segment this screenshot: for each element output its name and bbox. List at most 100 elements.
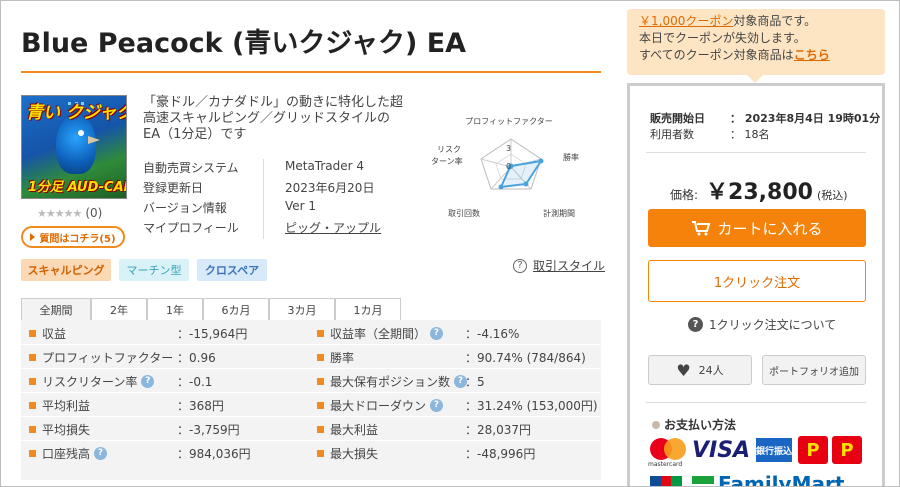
familymart-stripe-icon: [692, 476, 714, 486]
panel-divider: [646, 402, 866, 403]
help-icon[interactable]: ?: [430, 326, 444, 340]
stat-label-text: 平均利益: [42, 398, 91, 413]
trade-style-label: 取引スタイル: [533, 259, 606, 273]
coupon-line2: 本日でクーポンが失効します。: [639, 31, 806, 45]
row-divider: [21, 344, 601, 345]
radar-point-period: [523, 181, 529, 187]
stat-label-text: 収益率（全期間）: [330, 326, 427, 341]
stat-label-text: 最大保有ポジション数: [330, 374, 451, 389]
stat-label-avg-profit: 平均利益: [29, 394, 90, 416]
add-to-cart-button[interactable]: カートに入れる: [648, 209, 866, 247]
stat-label-text: 口座残高: [42, 446, 91, 461]
tag-cross-pair[interactable]: クロスペア: [197, 259, 267, 281]
bullet-icon: [317, 329, 324, 337]
stat-label-text: 最大損失: [330, 446, 379, 461]
add-portfolio-button[interactable]: ポートフォリオ追加: [762, 355, 866, 385]
radar-chart: プロフィットファクター 3 0 勝率 計測期間 取引回数 リスク ターン率: [431, 117, 579, 218]
help-icon[interactable]: ?: [430, 398, 444, 412]
coupon-link[interactable]: ￥1,000クーポン: [639, 14, 733, 28]
dot-icon: [652, 420, 660, 429]
tab-6m[interactable]: 6カ月: [203, 298, 269, 320]
qa-button[interactable]: 質問はコチラ(5): [21, 226, 125, 248]
stat-label-max-loss: 最大損失: [317, 442, 378, 464]
bullet-icon: [29, 353, 36, 361]
stat-value-balance: ：984,036円: [177, 446, 251, 461]
radar-label-period: 計測期間: [543, 208, 575, 218]
stats-table: 収益 ：-15,964円 プロフィットファクター ：0.96 リスクリターン率?…: [21, 320, 601, 480]
stat-label-risk-return: リスクリターン率?: [29, 370, 155, 392]
favorite-count: 24人: [698, 364, 724, 377]
thumb-title-text: 青い クジャク: [26, 103, 127, 123]
mastercard-text: mastercard: [648, 461, 683, 468]
stat-label-avg-loss: 平均損失: [29, 418, 90, 440]
coupon-line1-text: 対象商品です。: [733, 14, 817, 28]
tab-all-period[interactable]: 全期間: [21, 298, 91, 320]
tag-scalping[interactable]: スキャルピング: [21, 259, 111, 281]
row-divider: [21, 392, 601, 393]
bullet-icon: [317, 401, 324, 409]
payment-title: お支払い方法: [652, 416, 736, 433]
users-key: 利用者数: [650, 128, 694, 141]
radar-label-winrate: 勝率: [563, 152, 579, 162]
thumb-sub-text: 1分足 AUD-CAD: [28, 180, 127, 195]
spec-value: 2023年6月20日: [285, 181, 375, 195]
title-divider: [21, 71, 601, 73]
visa-logo: VISA: [692, 438, 751, 463]
qa-button-label: 質問はコチラ(5): [39, 233, 116, 245]
stat-label-text: 収益: [42, 326, 67, 341]
stat-label-return-rate: 収益率（全期間）?: [317, 322, 444, 344]
one-click-help-label: 1クリック注文について: [709, 318, 837, 332]
stat-label-max-profit: 最大利益: [317, 418, 378, 440]
coupon-all-link[interactable]: こちら: [794, 48, 830, 62]
trade-style-link[interactable]: ? 取引スタイル: [513, 257, 605, 274]
panel-divider: [646, 152, 866, 153]
radar-scale-max: 3: [506, 144, 511, 153]
product-thumbnail[interactable]: 青い クジャク 1分足 AUD-CAD: [21, 95, 127, 199]
stat-value-max-loss: ：-48,996円: [465, 446, 536, 461]
page-frame: Blue Peacock (青いクジャク) EA 青い クジャク 1分足 AUD…: [0, 0, 900, 487]
stat-value-pf: ：0.96: [177, 350, 216, 365]
favorite-button[interactable]: ♥ 24人: [648, 355, 752, 385]
spec-key: 自動売買システム: [143, 161, 239, 175]
d-payment-daily-logo: P: [832, 436, 862, 464]
purchase-panel: 販売開始日 ： 2023年8月4日 19時01分 利用者数 ： 18名 価格: …: [627, 83, 885, 487]
tab-1m[interactable]: 1カ月: [335, 298, 401, 320]
radar-point-trades: [498, 184, 504, 190]
one-click-help-link[interactable]: ? 1クリック注文について: [688, 316, 836, 333]
tag-martingale[interactable]: マーチン型: [119, 259, 189, 281]
cart-icon: [692, 221, 711, 236]
stat-value-risk-return: ：-0.1: [177, 374, 213, 389]
sales-start-value: ： 2023年8月4日 19時01分: [730, 112, 881, 125]
product-description: 「豪ドル／カナダドル」の動きに特化した超高速スキャルピング／グリッドスタイルのE…: [143, 95, 404, 142]
peacock-eye: [78, 130, 84, 136]
stat-value-avg-loss: ：-3,759円: [177, 422, 240, 437]
stat-value-avg-profit: ：368円: [177, 398, 224, 413]
tab-2y[interactable]: 2年: [91, 298, 147, 320]
stat-value-max-profit: ：28,037円: [465, 422, 531, 437]
price-tax: (税込): [816, 189, 848, 202]
bullet-icon: [317, 353, 324, 361]
coupon-notice: ￥1,000クーポン対象商品です。 本日でクーポンが失効します。 すべてのクーポ…: [627, 9, 885, 83]
spec-key: 登録更新日: [143, 181, 204, 195]
stat-value-max-positions: ：5: [465, 374, 485, 389]
help-icon[interactable]: ?: [94, 446, 108, 460]
jcb-logo: [650, 476, 683, 486]
stat-value-winrate: ：90.74% (784/864): [465, 350, 586, 365]
bank-transfer-logo: 銀行振込: [756, 438, 792, 462]
tab-3m[interactable]: 3カ月: [269, 298, 335, 320]
stat-label-text: プロフィットファクター: [42, 350, 174, 365]
one-click-order-button[interactable]: 1クリック注文: [648, 260, 866, 302]
bullet-icon: [29, 449, 36, 457]
peacock-image: [56, 114, 96, 174]
radar-label-rr2: ターン率: [431, 156, 463, 166]
help-icon[interactable]: ?: [141, 374, 155, 388]
spec-key: マイプロフィール: [143, 221, 239, 235]
review-count: (0): [85, 206, 103, 220]
stat-label-winrate: 勝率: [317, 346, 354, 368]
familymart-logo: FamilyMart: [718, 472, 845, 487]
stat-label-profit: 収益: [29, 322, 66, 344]
peacock-beak: [88, 136, 100, 144]
question-icon: ?: [688, 317, 703, 332]
tab-1y[interactable]: 1年: [147, 298, 203, 320]
profile-link[interactable]: ピッグ・アップル: [285, 219, 381, 236]
